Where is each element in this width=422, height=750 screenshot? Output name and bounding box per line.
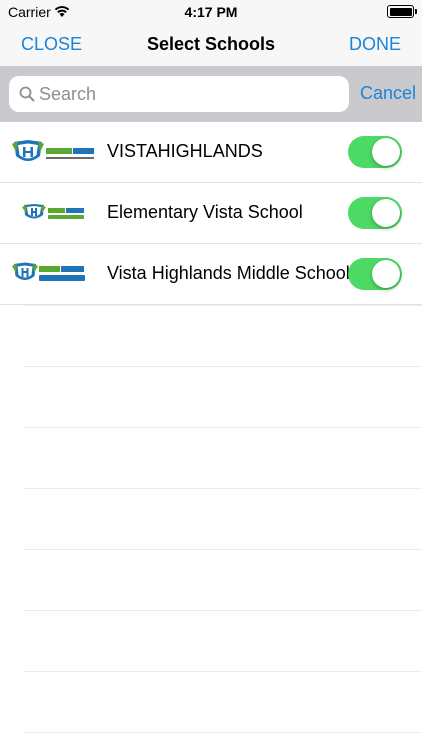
school-list: VISTAHIGHLANDS Elementary Vista School V…: [0, 122, 422, 305]
row-separator: [24, 427, 422, 428]
school-name: VISTAHIGHLANDS: [107, 141, 263, 161]
school-toggle[interactable]: [348, 136, 402, 168]
search-icon: [19, 86, 35, 102]
row-separator: [24, 610, 422, 611]
toggle-knob: [372, 199, 400, 227]
empty-table-area: [0, 305, 422, 750]
row-separator: [24, 549, 422, 550]
vista-highlands-logo: [12, 140, 94, 161]
search-input[interactable]: [39, 76, 339, 112]
school-row[interactable]: Elementary Vista School: [0, 183, 422, 244]
battery-icon: [387, 5, 417, 18]
school-row[interactable]: VISTAHIGHLANDS: [0, 122, 422, 183]
status-bar: Carrier 4:17 PM: [0, 0, 422, 26]
school-row[interactable]: Vista Highlands Middle School: [0, 244, 422, 305]
row-separator: [24, 366, 422, 367]
vista-highlands-elementary-logo: [22, 204, 84, 219]
toggle-knob: [372, 138, 400, 166]
toggle-knob: [372, 260, 400, 288]
row-separator: [24, 732, 422, 733]
search-bar: Cancel: [0, 66, 422, 122]
row-separator: [24, 305, 422, 306]
school-toggle[interactable]: [348, 197, 402, 229]
done-button[interactable]: DONE: [349, 34, 401, 55]
school-name: Vista Highlands Middle School: [107, 263, 350, 283]
vista-highlands-middle-logo: [12, 262, 85, 281]
search-field[interactable]: [9, 76, 349, 112]
school-toggle[interactable]: [348, 258, 402, 290]
clock: 4:17 PM: [184, 4, 238, 20]
school-name: Elementary Vista School: [107, 202, 303, 222]
cancel-button[interactable]: Cancel: [360, 83, 416, 104]
row-separator: [24, 671, 422, 672]
row-separator: [24, 488, 422, 489]
navigation-bar: CLOSE Select Schools DONE: [0, 26, 422, 66]
